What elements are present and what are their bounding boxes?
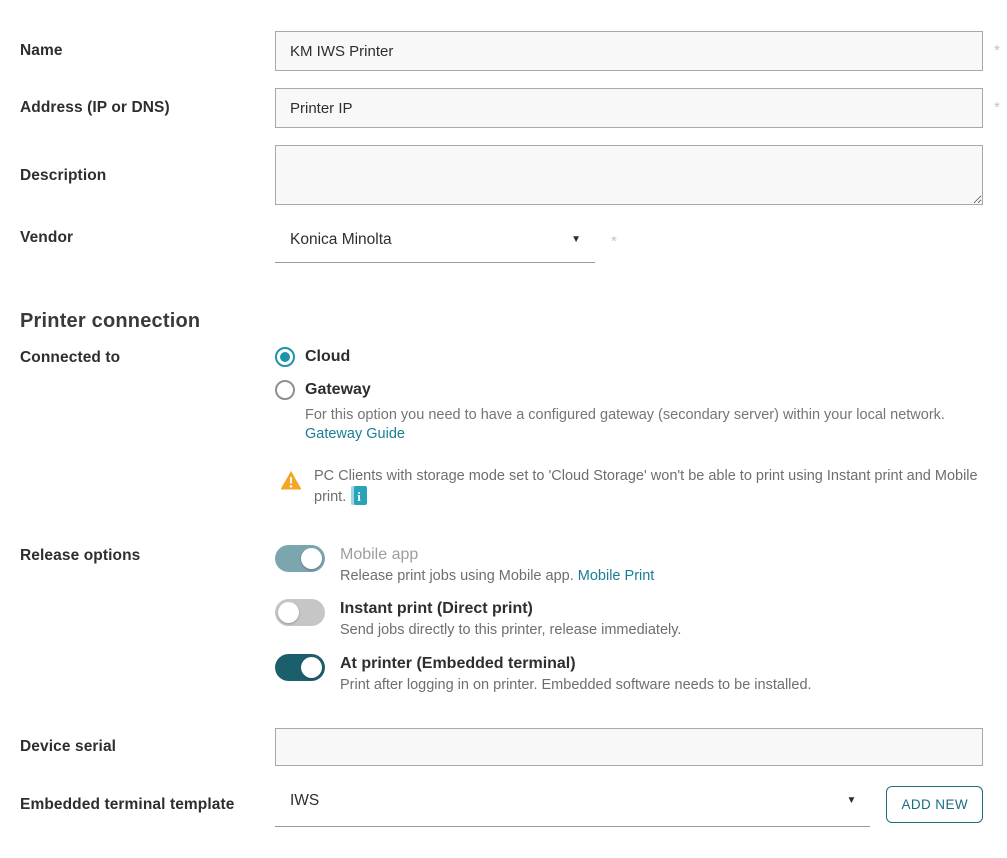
radio-option-cloud[interactable]: Cloud (275, 347, 983, 367)
embedded-terminal-template-row: Embedded terminal template IWS ▼ ADD NEW (20, 786, 983, 827)
release-options-row: Release options Mobile app Release print… (20, 545, 983, 695)
device-serial-label: Device serial (20, 728, 275, 766)
at-printer-description: Print after logging in on printer. Embed… (340, 676, 812, 695)
vendor-select[interactable]: Konica Minolta ▼ (275, 225, 595, 263)
warning-text: PC Clients with storage mode set to 'Clo… (314, 467, 979, 507)
name-required-asterisk: * (994, 42, 1000, 59)
gateway-note: For this option you need to have a confi… (305, 406, 975, 425)
toggle-knob (301, 548, 322, 569)
radio-option-gateway[interactable]: Gateway (275, 380, 983, 400)
release-option-at-printer: At printer (Embedded terminal) Print aft… (275, 654, 983, 695)
vendor-required-asterisk: * (611, 233, 617, 250)
address-row: Address (IP or DNS) * (20, 88, 983, 128)
printer-settings-form: Name * Address (IP or DNS) * Description… (0, 0, 1007, 827)
name-label: Name (20, 31, 275, 71)
vendor-row: Vendor Konica Minolta ▼ * (20, 225, 983, 263)
instant-print-title: Instant print (Direct print) (340, 599, 681, 619)
warning-icon (280, 470, 302, 490)
address-required-asterisk: * (994, 99, 1000, 116)
chevron-down-icon: ▼ (571, 235, 581, 245)
name-input[interactable] (275, 31, 983, 71)
at-printer-toggle[interactable] (275, 654, 325, 681)
radio-gateway-label: Gateway (305, 381, 371, 399)
embedded-terminal-template-label: Embedded terminal template (20, 786, 275, 814)
mobile-app-toggle[interactable] (275, 545, 325, 572)
printer-connection-title: Printer connection (20, 310, 983, 333)
device-serial-row: Device serial (20, 728, 983, 766)
mobile-app-title: Mobile app (340, 545, 654, 565)
instant-print-toggle[interactable] (275, 599, 325, 626)
warning-row: PC Clients with storage mode set to 'Clo… (20, 467, 983, 507)
chevron-down-icon: ▼ (847, 796, 857, 806)
release-option-mobile-app: Mobile app Release print jobs using Mobi… (275, 545, 983, 586)
gateway-guide-link[interactable]: Gateway Guide (305, 426, 405, 442)
name-row: Name * (20, 31, 983, 71)
mobile-app-description: Release print jobs using Mobile app. Mob… (340, 567, 654, 586)
vendor-selected-value: Konica Minolta (290, 231, 392, 249)
connected-to-label: Connected to (20, 347, 275, 367)
info-book-icon[interactable] (351, 486, 367, 505)
embedded-terminal-template-select[interactable]: IWS ▼ (275, 786, 870, 827)
radio-gateway-icon[interactable] (275, 380, 295, 400)
description-row: Description (20, 145, 983, 205)
release-option-instant-print: Instant print (Direct print) Send jobs d… (275, 599, 983, 640)
instant-print-description: Send jobs directly to this printer, rele… (340, 621, 681, 640)
device-serial-input[interactable] (275, 728, 983, 766)
toggle-knob (278, 602, 299, 623)
release-options-label: Release options (20, 545, 275, 565)
toggle-knob (301, 657, 322, 678)
address-input[interactable] (275, 88, 983, 128)
connected-to-row: Connected to Cloud Gateway For this opti… (20, 347, 983, 443)
template-selected-value: IWS (290, 792, 319, 810)
radio-cloud-icon[interactable] (275, 347, 295, 367)
radio-cloud-label: Cloud (305, 348, 350, 366)
add-new-button[interactable]: ADD NEW (886, 786, 983, 823)
vendor-label: Vendor (20, 225, 275, 247)
mobile-print-link[interactable]: Mobile Print (578, 568, 655, 584)
at-printer-title: At printer (Embedded terminal) (340, 654, 812, 674)
description-label: Description (20, 145, 275, 185)
description-textarea[interactable] (275, 145, 983, 205)
address-label: Address (IP or DNS) (20, 88, 275, 128)
